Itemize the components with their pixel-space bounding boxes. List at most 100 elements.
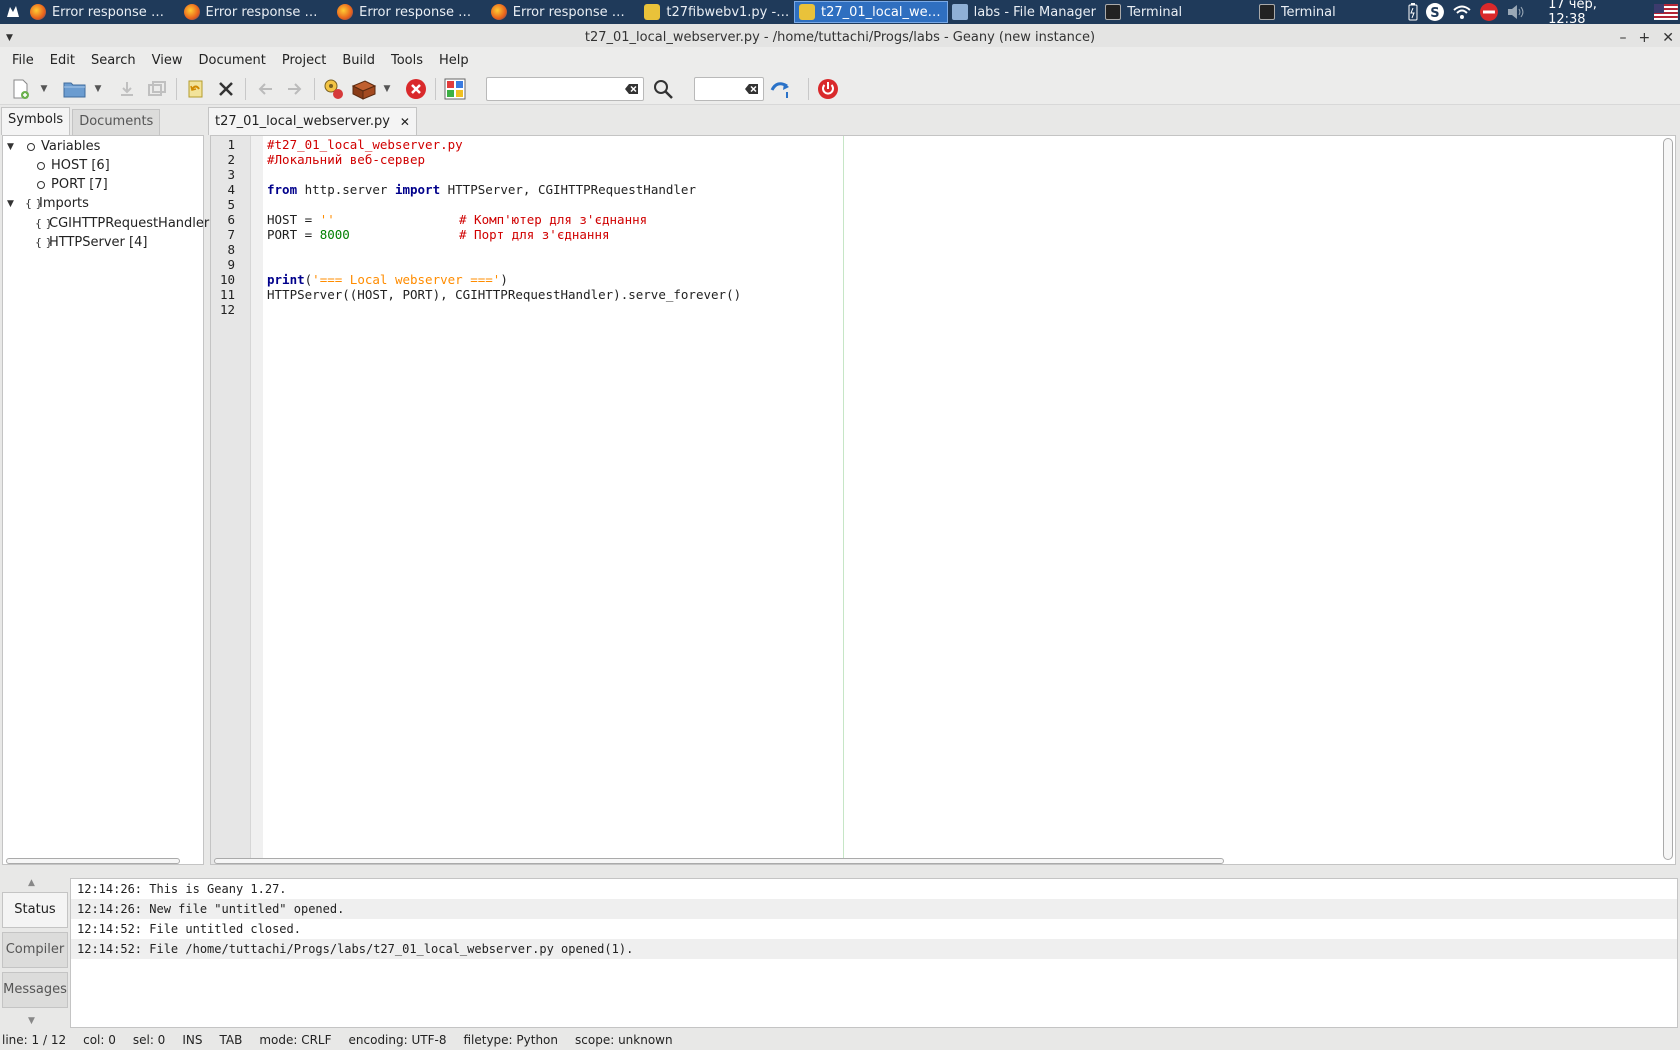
status-log[interactable]: 12:14:26: This is Geany 1.27. 12:14:26: … (70, 878, 1678, 1028)
menu-build[interactable]: Build (334, 53, 383, 68)
color-chooser-icon (444, 78, 466, 99)
compile-button[interactable] (319, 75, 349, 103)
document-tab[interactable]: t27_01_local_webserver.py ✕ (208, 107, 417, 135)
taskbar-task-firefox-3[interactable]: Error response — M... (333, 1, 487, 23)
volume-icon[interactable] (1506, 4, 1526, 20)
menu-file[interactable]: File (4, 53, 42, 68)
editor-vertical-scrollbar[interactable] (1663, 138, 1673, 860)
status-filetype: filetype: Python (463, 1033, 559, 1047)
search-field[interactable] (486, 76, 644, 101)
namespace-icon: { } (25, 197, 43, 210)
skype-icon[interactable]: S (1426, 3, 1445, 21)
goto-line-button[interactable] (766, 75, 796, 103)
log-line: 12:14:52: File untitled closed. (77, 922, 301, 936)
editor-horizontal-scrollbar[interactable] (214, 858, 1224, 864)
save-button[interactable] (112, 75, 142, 103)
new-file-dropdown[interactable]: ▼ (36, 75, 52, 103)
taskbar-task-terminal-2[interactable]: Terminal (1255, 1, 1409, 23)
close-tab-icon[interactable]: ✕ (400, 115, 410, 129)
menu-view[interactable]: View (144, 53, 191, 68)
namespace-icon: { } (35, 236, 53, 249)
taskbar-task-label: labs - File Manager (973, 4, 1097, 20)
code-comment: # Комп'ютер для з'єднання (459, 212, 648, 227)
save-icon (121, 81, 133, 96)
tab-documents[interactable]: Documents (72, 109, 161, 135)
status-indent-type: TAB (219, 1033, 243, 1047)
build-dropdown[interactable]: ▼ (379, 75, 395, 103)
menu-project[interactable]: Project (274, 53, 334, 68)
navigate-forward-button[interactable] (280, 75, 310, 103)
toolbar-separator (808, 77, 809, 100)
goto-line-field[interactable] (694, 76, 764, 101)
code-keyword: import (394, 182, 441, 197)
tab-status[interactable]: Status (2, 892, 68, 928)
clear-icon[interactable] (625, 83, 639, 95)
menu-search[interactable]: Search (83, 53, 144, 68)
tree-node-httpserver[interactable]: { } HTTPServer [4] (35, 234, 147, 252)
tab-messages[interactable]: Messages (2, 972, 68, 1008)
navigate-back-button[interactable] (250, 75, 280, 103)
revert-icon (188, 80, 203, 97)
keyboard-layout-flag-icon[interactable] (1654, 4, 1679, 20)
taskbar-task-geany-1[interactable]: t27fibwebv1.py - /ho... (640, 1, 794, 23)
chevron-down-icon: ▼ (40, 83, 48, 94)
tree-node-imports[interactable]: ▼ { } Imports (7, 195, 89, 213)
tree-node-host[interactable]: HOST [6] (37, 157, 110, 175)
folder-icon (951, 4, 968, 20)
line-number-gutter: 1 2 3 4 5 6 7 8 9 10 11 12 (211, 136, 251, 864)
line-number: 12 (219, 302, 235, 317)
new-file-button[interactable] (6, 75, 36, 103)
chevron-up-icon[interactable]: ▲ (28, 878, 35, 888)
line-number: 8 (227, 242, 235, 257)
tree-node-variables[interactable]: ▼ Variables (7, 138, 100, 156)
open-file-button[interactable] (60, 75, 90, 103)
clock[interactable]: 17 чер, 12:38 (1548, 0, 1638, 27)
open-file-dropdown[interactable]: ▼ (90, 75, 106, 103)
execute-stop-button[interactable] (401, 75, 431, 103)
code-line-2: #Локальний веб-сервер (267, 152, 425, 167)
geany-icon (644, 4, 661, 20)
tab-compiler[interactable]: Compiler (2, 932, 68, 968)
wifi-icon[interactable] (1452, 4, 1472, 20)
do-not-disturb-icon[interactable] (1480, 3, 1499, 21)
color-chooser-button[interactable] (440, 75, 470, 103)
taskbar-task-terminal-1[interactable]: Terminal (1101, 1, 1255, 23)
tree-node-cgihttprequesthandler[interactable]: { } CGIHTTPRequestHandler (35, 215, 209, 233)
build-brick-icon (351, 79, 377, 100)
clear-icon[interactable] (745, 83, 759, 95)
sidebar-horizontal-scrollbar[interactable] (6, 858, 180, 864)
battery-icon[interactable] (1408, 3, 1418, 21)
code-keyword: print (267, 272, 305, 287)
menu-document[interactable]: Document (190, 53, 273, 68)
search-input[interactable] (487, 77, 643, 100)
menu-help[interactable]: Help (431, 53, 477, 68)
taskbar-task-label: Error response — M... (205, 4, 330, 20)
search-button[interactable] (648, 75, 678, 103)
chevron-down-icon[interactable]: ▼ (28, 1016, 35, 1026)
tab-symbols[interactable]: Symbols (1, 107, 71, 135)
close-icon (219, 81, 233, 96)
menu-edit[interactable]: Edit (42, 53, 83, 68)
taskbar-task-file-manager[interactable]: labs - File Manager (948, 1, 1102, 23)
expander-down-icon[interactable]: ▼ (7, 138, 19, 156)
taskbar-task-firefox-4[interactable]: Error response — M... (487, 1, 641, 23)
save-all-button[interactable] (142, 75, 172, 103)
taskbar-task-firefox-1[interactable]: Error response — M... (26, 1, 180, 23)
line-number: 10 (219, 272, 235, 287)
taskbar-task-firefox-2[interactable]: Error response — M... (180, 1, 334, 23)
revert-button[interactable] (181, 75, 211, 103)
status-sel: sel: 0 (132, 1033, 166, 1047)
code-comment: #Локальний веб-сервер (267, 152, 426, 167)
expander-down-icon[interactable]: ▼ (7, 195, 19, 213)
quit-button[interactable] (813, 75, 843, 103)
code-editor[interactable]: 1 2 3 4 5 6 7 8 9 10 11 12 #t27_01_local… (210, 135, 1676, 865)
toolbar-separator (176, 77, 177, 100)
tree-node-port[interactable]: PORT [7] (37, 176, 108, 194)
app-launcher-icon[interactable] (0, 0, 26, 24)
menu-tools[interactable]: Tools (383, 53, 431, 68)
build-button[interactable] (349, 75, 379, 103)
close-file-button[interactable] (211, 75, 241, 103)
status-insert-mode: INS (182, 1033, 203, 1047)
search-icon (654, 79, 673, 99)
taskbar-task-geany-2[interactable]: t27_01_local_webser... (793, 1, 948, 23)
